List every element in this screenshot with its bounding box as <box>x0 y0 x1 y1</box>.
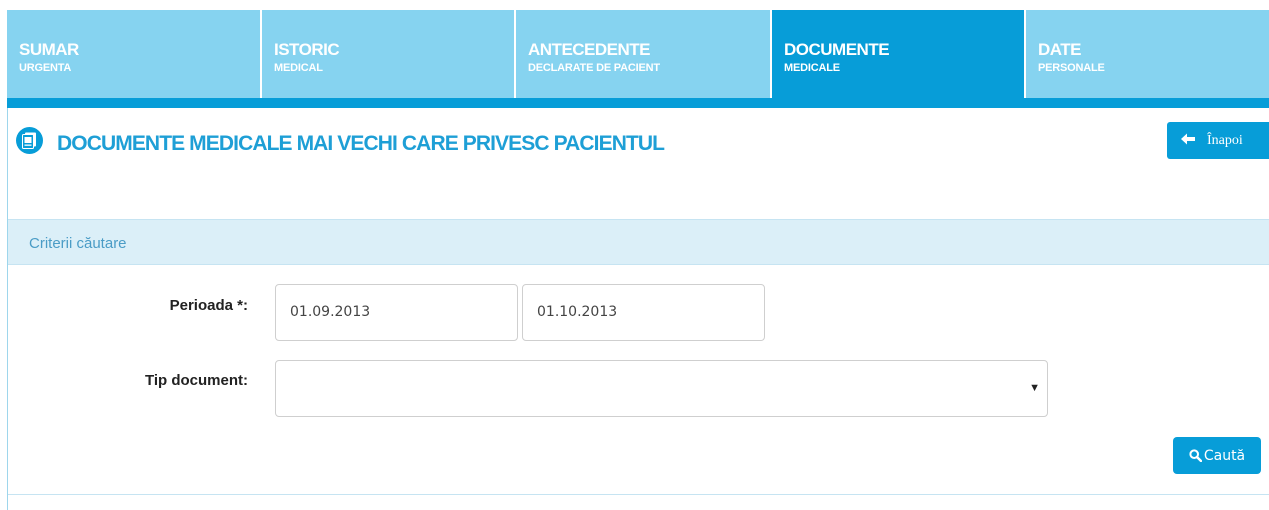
back-button-label: Înapoi <box>1207 132 1243 148</box>
search-button-label: Caută <box>1203 447 1246 464</box>
tab-subtitle: DECLARATE DE PACIENT <box>528 62 660 74</box>
tab-istoric-medical[interactable]: ISTORIC MEDICAL <box>262 10 516 98</box>
back-button[interactable]: Înapoi <box>1167 122 1269 159</box>
tab-subtitle: PERSONALE <box>1038 62 1105 74</box>
period-from-input[interactable]: 01.09.2013 <box>275 284 518 341</box>
tab-title: DATE <box>1038 40 1082 59</box>
caret-down-icon: ▼ <box>1029 382 1040 394</box>
page-title: DOCUMENTE MEDICALE MAI VECHI CARE PRIVES… <box>57 132 665 155</box>
tab-sumar-urgenta[interactable]: SUMAR URGENTA <box>7 10 262 98</box>
arrow-left-icon <box>1181 132 1195 150</box>
section-divider <box>8 494 1269 495</box>
tab-title: ISTORIC <box>274 40 340 59</box>
tab-documente-medicale[interactable]: DOCUMENTE MEDICALE <box>772 10 1026 98</box>
period-label: Perioada *: <box>169 297 248 314</box>
tab-bar: SUMAR URGENTA ISTORIC MEDICAL ANTECEDENT… <box>7 10 1269 98</box>
tab-date-personale[interactable]: DATE PERSONALE <box>1026 10 1269 98</box>
period-to-input[interactable]: 01.10.2013 <box>522 284 765 341</box>
search-button[interactable]: Caută <box>1173 437 1261 474</box>
search-criteria-header: Criterii căutare <box>8 219 1269 265</box>
criteria-heading: Criterii căutare <box>29 235 127 252</box>
document-type-label: Tip document: <box>144 372 248 389</box>
tab-subtitle: URGENTA <box>19 62 72 74</box>
document-type-select[interactable]: ▼ <box>275 360 1048 417</box>
tab-title: DOCUMENTE <box>784 40 890 59</box>
search-icon <box>1189 449 1202 462</box>
document-icon <box>16 127 43 154</box>
tab-subtitle: MEDICAL <box>274 62 323 74</box>
tab-title: SUMAR <box>19 40 79 59</box>
tab-subtitle: MEDICALE <box>784 62 840 74</box>
tab-underline-bar <box>7 98 1269 108</box>
tab-title: ANTECEDENTE <box>528 40 651 59</box>
tab-antecedente[interactable]: ANTECEDENTE DECLARATE DE PACIENT <box>516 10 772 98</box>
